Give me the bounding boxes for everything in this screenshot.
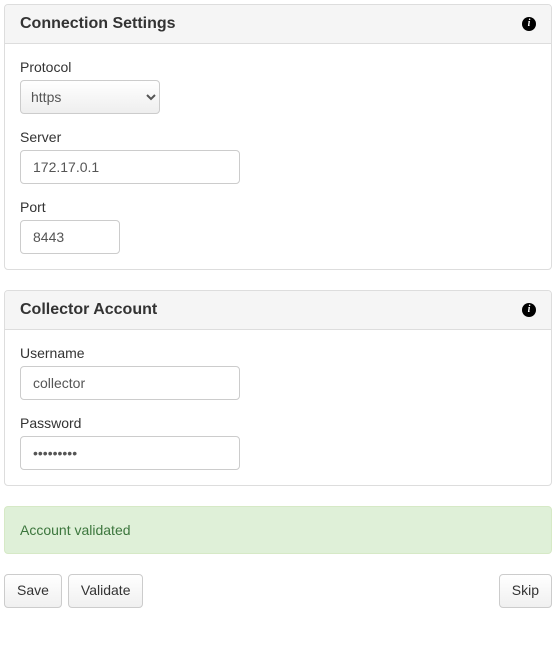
connection-settings-header: Connection Settings i [5,5,551,44]
protocol-label: Protocol [20,59,536,75]
port-group: Port [20,199,536,254]
password-group: Password [20,415,536,470]
connection-settings-title: Connection Settings [20,15,176,33]
connection-settings-panel: Connection Settings i Protocol https Ser… [4,4,552,270]
button-row: Save Validate Skip [4,574,552,608]
collector-account-panel: Collector Account i Username Password [4,290,552,486]
skip-button[interactable]: Skip [499,574,552,608]
server-label: Server [20,129,536,145]
status-message: Account validated [20,522,131,538]
collector-account-title: Collector Account [20,301,157,319]
collector-account-header: Collector Account i [5,291,551,330]
info-icon[interactable]: i [522,17,536,31]
password-label: Password [20,415,536,431]
server-group: Server [20,129,536,184]
protocol-group: Protocol https [20,59,536,114]
password-input[interactable] [20,436,240,470]
validate-button[interactable]: Validate [68,574,144,608]
button-row-left: Save Validate [4,574,143,608]
button-row-right: Skip [499,574,552,608]
port-input[interactable] [20,220,120,254]
connection-settings-body: Protocol https Server Port [5,44,551,269]
status-alert: Account validated [4,506,552,554]
username-label: Username [20,345,536,361]
server-input[interactable] [20,150,240,184]
info-icon[interactable]: i [522,303,536,317]
collector-account-body: Username Password [5,330,551,485]
port-label: Port [20,199,536,215]
username-input[interactable] [20,366,240,400]
protocol-select[interactable]: https [20,80,160,114]
username-group: Username [20,345,536,400]
save-button[interactable]: Save [4,574,62,608]
